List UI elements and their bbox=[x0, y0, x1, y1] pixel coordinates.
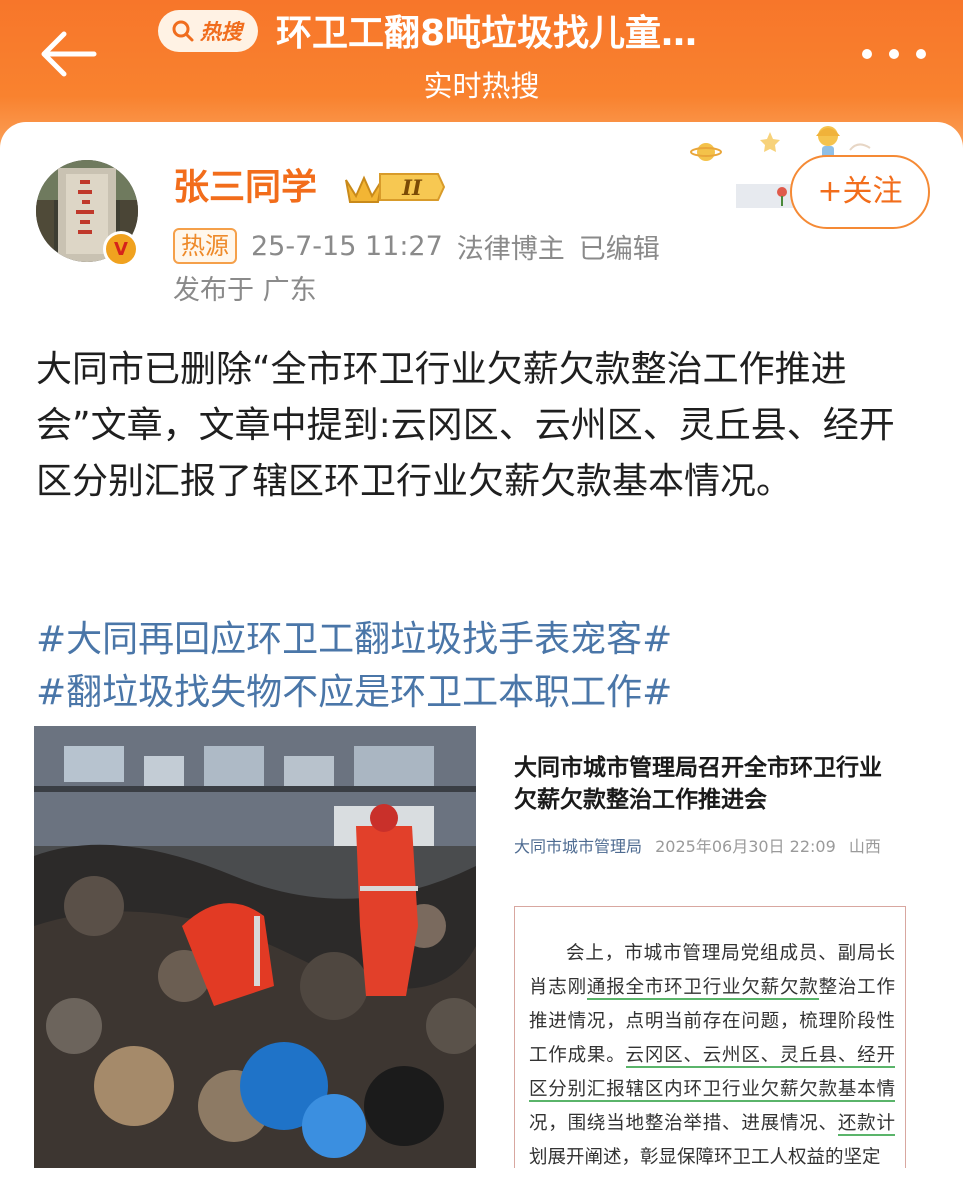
article-excerpt-box: 会上，市城市管理局党组成员、副局长肖志刚通报全市环卫行业欠薪欠款整治工作推进情况… bbox=[514, 906, 906, 1168]
article-meta: 大同市城市管理局 2025年06月30日 22:09 山西 bbox=[514, 836, 934, 858]
source-tag[interactable]: 热源 bbox=[173, 228, 237, 264]
member-level-badge-icon: II bbox=[345, 173, 446, 203]
excerpt-highlight: 通报全市环卫行业欠薪欠款 bbox=[586, 977, 819, 1000]
article-org: 大同市城市管理局 bbox=[514, 837, 643, 856]
hot-search-badge: 热搜 bbox=[158, 10, 258, 52]
article-excerpt: 会上，市城市管理局党组成员、副局长肖志刚通报全市环卫行业欠薪欠款整治工作推进情况… bbox=[529, 937, 895, 1168]
hashtag-link[interactable]: #翻垃圾找失物不应是环卫工本职工作# bbox=[36, 668, 916, 718]
article-title: 大同市城市管理局召开全市环卫行业欠薪欠款整治工作推进会 bbox=[514, 755, 882, 813]
author-role: 法律博主 bbox=[456, 233, 565, 265]
post-datetime: 25-7-15 11:27 bbox=[251, 230, 443, 262]
username[interactable]: 张三同学 bbox=[173, 165, 317, 211]
article-region: 山西 bbox=[848, 837, 881, 856]
post-location: 发布于 广东 bbox=[173, 275, 317, 306]
post-photo[interactable] bbox=[34, 726, 476, 1168]
excerpt-text: 况，围绕当地整治举措、进展情况、 bbox=[529, 1113, 838, 1134]
hashtag-link[interactable]: #大同再回应环卫工翻垃圾找手表宠客# bbox=[36, 615, 916, 665]
page-subtitle: 实时热搜 bbox=[423, 69, 540, 103]
excerpt-text: 划展开阐述，彰显保障环卫工人权益的坚定 bbox=[529, 1147, 881, 1168]
post-body: 大同市已删除“全市环卫行业欠薪欠款整治工作推进会”文章，文章中提到:云冈区、云州… bbox=[36, 349, 895, 502]
page-title: 环卫工翻8吨垃圾找儿童… bbox=[276, 13, 698, 54]
excerpt-highlight: 还款计 bbox=[837, 1113, 895, 1136]
post-meta: 热源 25-7-15 11:27 法律博主 已编辑 bbox=[173, 226, 660, 266]
article-datetime: 2025年06月30日 22:09 bbox=[655, 837, 836, 856]
hot-badge-label: 热搜 bbox=[200, 20, 242, 44]
more-options-icon[interactable] bbox=[862, 44, 926, 64]
search-icon bbox=[172, 20, 194, 42]
svg-text:II: II bbox=[401, 175, 423, 200]
follow-button[interactable]: +关注 bbox=[790, 155, 930, 229]
verified-badge-icon: V bbox=[103, 231, 139, 267]
edited-label[interactable]: 已编辑 bbox=[579, 227, 660, 266]
